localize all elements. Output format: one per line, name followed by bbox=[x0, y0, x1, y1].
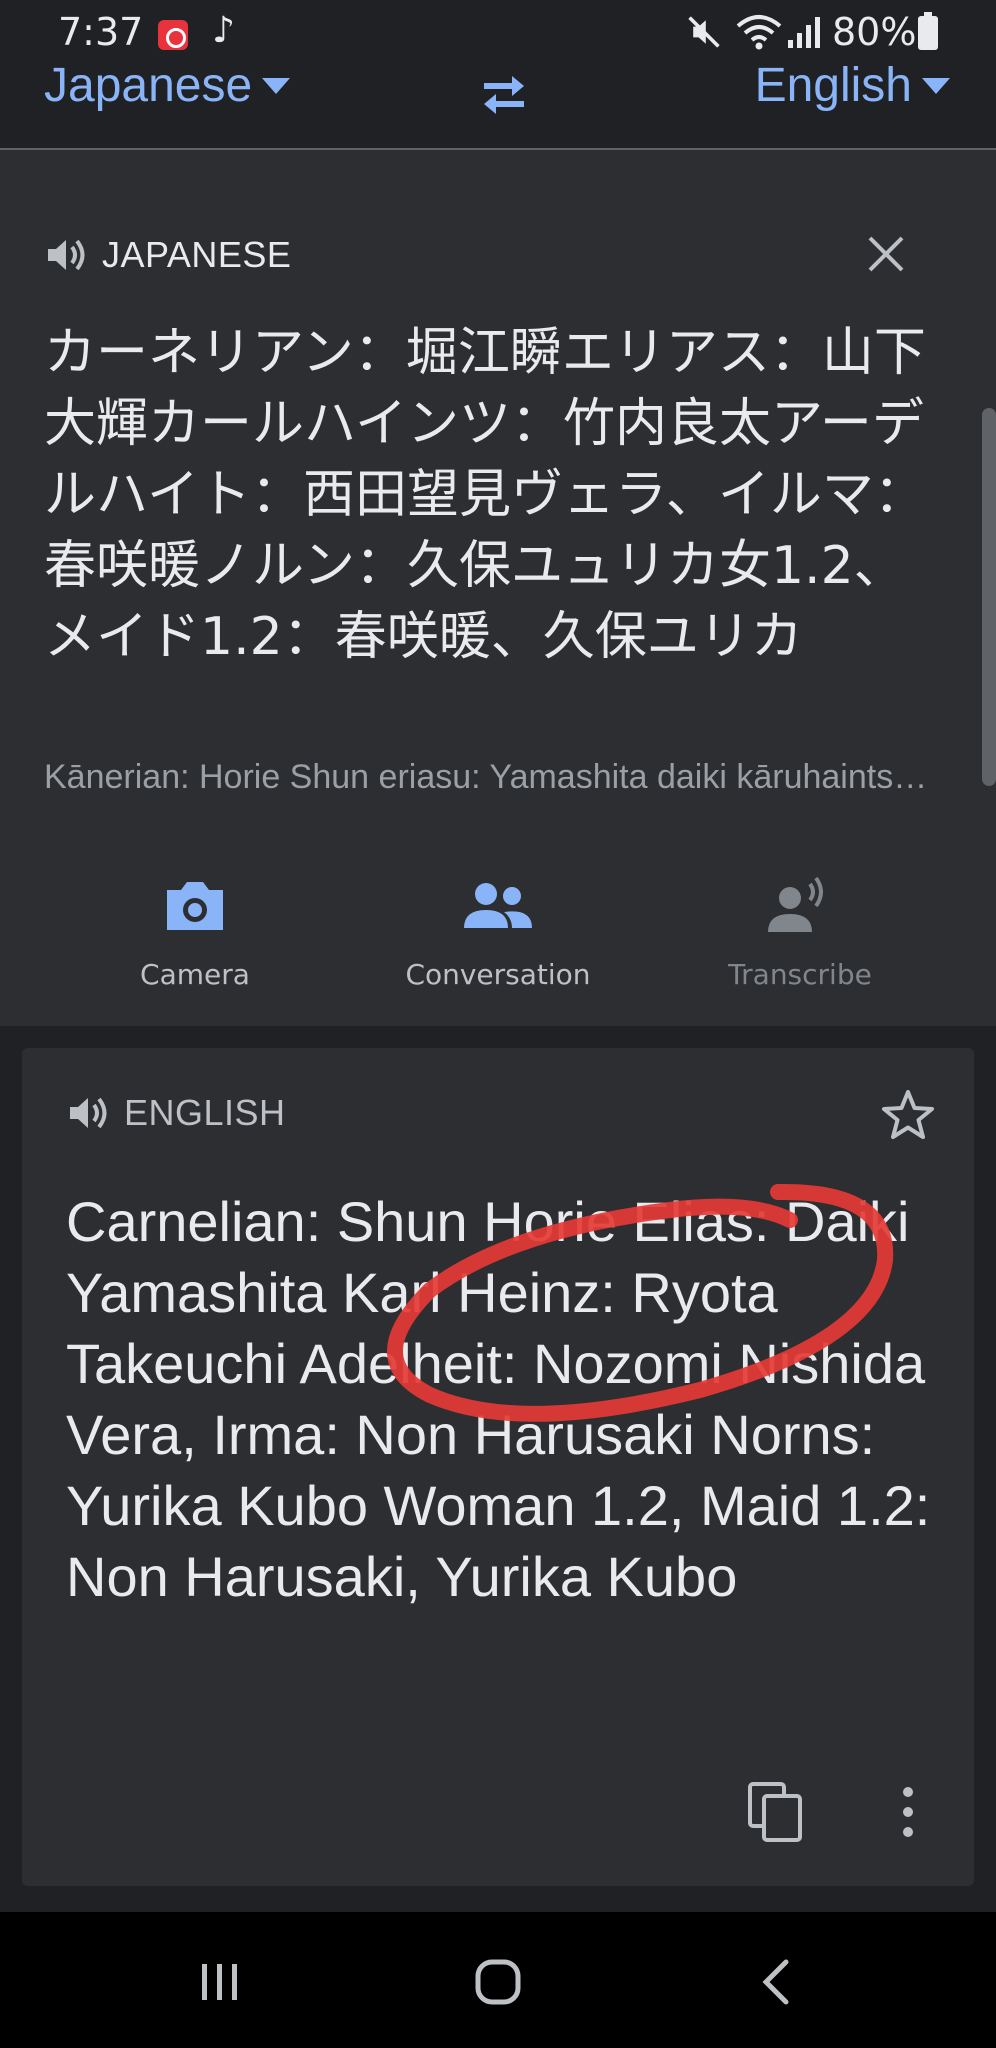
source-panel: JAPANESE カーネリアン：堀江瞬エリアス：山下大輝カールハインツ：竹内良太… bbox=[0, 150, 996, 1026]
romanization-text: Kānerian: Horie Shun eriasu: Yamashita d… bbox=[44, 758, 944, 796]
conversation-button[interactable]: Conversation bbox=[368, 866, 628, 991]
target-language-selector[interactable]: English bbox=[755, 58, 950, 113]
red-annotation-circle bbox=[387, 1183, 894, 1422]
status-time: 7:37 bbox=[58, 10, 144, 54]
transcribe-icon bbox=[768, 876, 823, 932]
status-bar: 7:37 ♪ 80% bbox=[0, 0, 996, 66]
copy-icon[interactable] bbox=[746, 1780, 806, 1844]
dropdown-arrow-icon bbox=[922, 77, 950, 94]
battery-icon bbox=[918, 12, 938, 50]
star-icon[interactable] bbox=[878, 1086, 938, 1146]
camera-button[interactable]: Camera bbox=[65, 866, 325, 991]
battery-percent: 80% bbox=[832, 10, 917, 54]
close-icon[interactable] bbox=[862, 230, 910, 278]
speaker-icon[interactable] bbox=[44, 235, 90, 275]
speaker-icon[interactable] bbox=[66, 1093, 112, 1133]
swap-arrows-icon[interactable] bbox=[474, 64, 534, 124]
navigation-bar bbox=[0, 1912, 996, 2048]
wifi-icon bbox=[736, 15, 782, 50]
conversation-label: Conversation bbox=[405, 958, 591, 991]
source-language-selector[interactable]: Japanese bbox=[44, 58, 291, 113]
mute-icon bbox=[688, 16, 720, 48]
source-language-heading: JAPANESE bbox=[102, 234, 292, 275]
transcribe-label: Transcribe bbox=[728, 958, 872, 991]
conversation-icon bbox=[464, 883, 532, 928]
more-options-icon[interactable] bbox=[898, 1784, 918, 1840]
scrollbar[interactable] bbox=[982, 408, 996, 786]
camera-icon bbox=[167, 882, 223, 930]
home-icon[interactable] bbox=[468, 1952, 528, 2012]
dropdown-arrow-icon bbox=[262, 77, 291, 94]
camera-label: Camera bbox=[140, 958, 250, 991]
back-icon[interactable] bbox=[748, 1952, 808, 2012]
source-language-header: JAPANESE bbox=[44, 234, 291, 276]
source-text[interactable]: カーネリアン：堀江瞬エリアス：山下大輝カールハインツ：竹内良太アーデルハイト：西… bbox=[44, 318, 944, 673]
source-language-label: Japanese bbox=[44, 59, 253, 112]
target-language-label: English bbox=[754, 59, 912, 112]
transcribe-button[interactable]: Transcribe bbox=[670, 866, 930, 991]
target-language-heading: ENGLISH bbox=[124, 1092, 286, 1133]
target-language-header: ENGLISH bbox=[66, 1092, 286, 1134]
app-notification-icon bbox=[158, 20, 188, 50]
music-note-icon: ♪ bbox=[212, 10, 235, 51]
language-bar: Japanese English bbox=[0, 58, 996, 150]
recent-apps-icon[interactable] bbox=[190, 1952, 250, 2012]
signal-icon bbox=[788, 17, 820, 48]
